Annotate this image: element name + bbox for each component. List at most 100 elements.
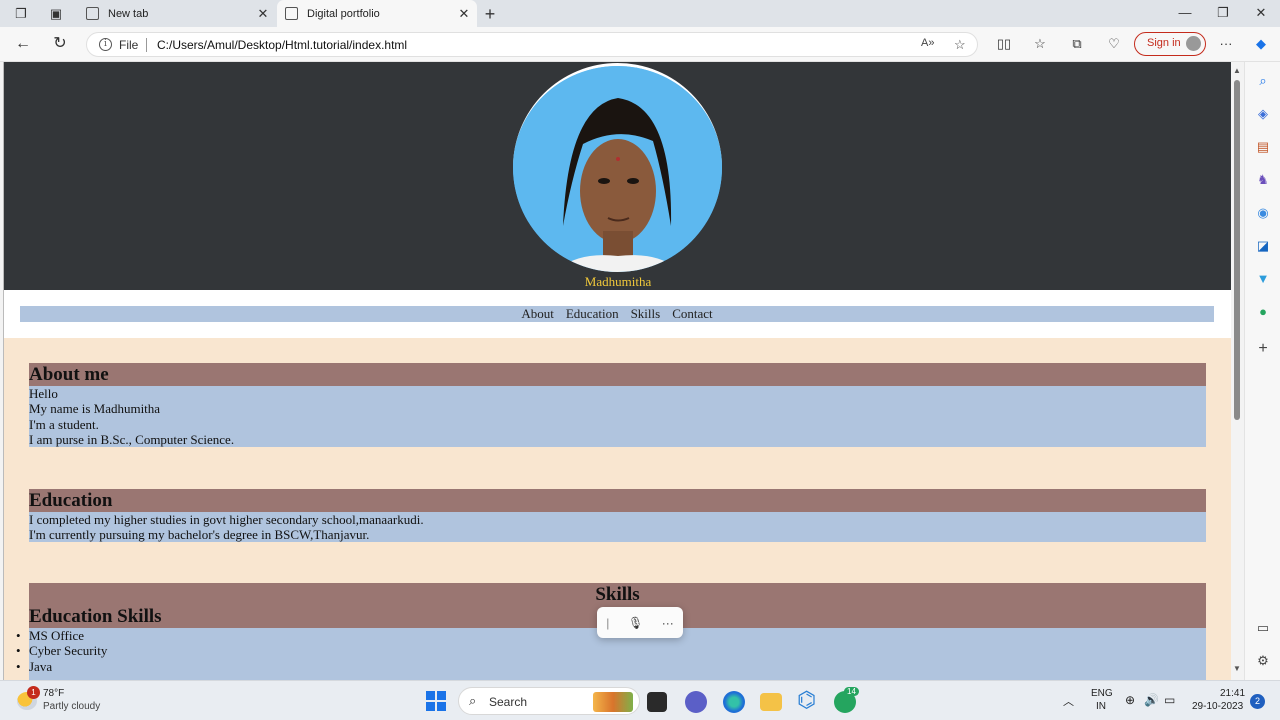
collections-icon[interactable]: ⧉ xyxy=(1068,35,1086,53)
microphone-icon[interactable]: 🎙 xyxy=(628,616,643,630)
tab-new-tab[interactable]: New tab ✕ xyxy=(78,0,276,27)
skills-heading: Skills xyxy=(595,584,640,605)
search-highlight-image xyxy=(593,692,633,712)
scroll-up-icon[interactable]: ▲ xyxy=(1233,66,1241,75)
tab-strip: ❐ ▣ New tab ✕ Digital portfolio ✕ + — ❐ … xyxy=(0,0,1280,27)
divider xyxy=(146,38,147,52)
about-line: I'm a student. xyxy=(29,416,99,432)
read-aloud-icon[interactable]: A» xyxy=(921,37,934,49)
workspaces-icon[interactable]: ❐ xyxy=(10,4,32,24)
favorites-icon[interactable]: ☆ xyxy=(1031,35,1049,53)
about-line: My name is Madhumitha xyxy=(29,401,161,417)
education-body: I completed my higher studies in govt hi… xyxy=(29,512,1206,542)
taskbar: 1 78°F Partly cloudy ⌕ Search ⌬ 14 ︿ ENG… xyxy=(0,680,1280,720)
about-line: I am purse in B.Sc., Computer Science. xyxy=(29,431,235,447)
voice-typing-widget: | 🎙 ··· xyxy=(597,607,683,638)
nav-link-about[interactable]: About xyxy=(521,306,554,322)
notification-badge[interactable]: 2 xyxy=(1250,694,1265,709)
microsoft365-icon[interactable]: ◉ xyxy=(1254,204,1272,222)
education-line: I'm currently pursuing my bachelor's deg… xyxy=(29,527,370,543)
clock-time[interactable]: 21:41 xyxy=(1220,688,1245,699)
more-options-icon[interactable]: ··· xyxy=(662,616,674,630)
whatsapp-badge: 14 xyxy=(844,687,859,696)
education-line: I completed my higher studies in govt hi… xyxy=(29,512,424,527)
favorite-star-icon[interactable]: ☆ xyxy=(954,37,966,53)
new-tab-icon[interactable]: + xyxy=(479,4,501,24)
task-view-icon[interactable] xyxy=(647,692,667,712)
url-text[interactable]: C:/Users/Amul/Desktop/Html.tutorial/inde… xyxy=(157,38,407,52)
clock-date[interactable]: 29-10-2023 xyxy=(1192,701,1243,712)
weather-badge: 1 xyxy=(27,686,40,699)
tools-icon[interactable]: ▤ xyxy=(1254,138,1272,156)
minimize-icon[interactable]: — xyxy=(1170,3,1200,23)
about-heading: About me xyxy=(29,363,1206,386)
nav-link-education[interactable]: Education xyxy=(566,306,619,322)
back-icon[interactable]: ← xyxy=(12,34,34,54)
copilot-icon[interactable]: ◆ xyxy=(1252,35,1270,53)
network-icon[interactable]: ⊕ xyxy=(1125,693,1135,707)
shopping-icon[interactable]: ◈ xyxy=(1254,105,1272,123)
outlook-icon[interactable]: ◪ xyxy=(1254,237,1272,255)
windows-start-icon[interactable] xyxy=(424,689,448,713)
drag-handle-icon[interactable]: | xyxy=(606,616,609,630)
weather-temperature: 78°F xyxy=(43,688,65,699)
info-icon[interactable]: i xyxy=(99,38,112,51)
search-label: Search xyxy=(489,695,528,709)
avatar-icon xyxy=(1186,36,1201,51)
nav-link-contact[interactable]: Contact xyxy=(672,306,712,322)
games-icon[interactable]: ♞ xyxy=(1254,171,1272,189)
scrollbar-thumb[interactable] xyxy=(1234,80,1240,420)
taskbar-search[interactable]: ⌕ Search xyxy=(458,687,640,715)
battery-icon[interactable]: ▭ xyxy=(1164,693,1175,707)
language-top[interactable]: ENG xyxy=(1091,688,1113,699)
nav-bar: About Education Skills Contact xyxy=(20,306,1214,322)
volume-icon[interactable]: 🔊 xyxy=(1144,693,1159,707)
edge-browser-icon[interactable] xyxy=(723,691,745,713)
add-icon[interactable]: + xyxy=(1254,340,1272,358)
whatsapp-icon[interactable]: ● xyxy=(1254,303,1272,321)
close-window-icon[interactable]: ✕ xyxy=(1246,3,1276,23)
sign-in-label: Sign in xyxy=(1147,37,1181,49)
address-bar[interactable]: i File C:/Users/Amul/Desktop/Html.tutori… xyxy=(86,32,978,57)
refresh-icon[interactable]: ↻ xyxy=(49,34,71,54)
search-icon[interactable]: ⌕ xyxy=(1254,72,1272,90)
weather-widget[interactable]: 1 78°F Partly cloudy xyxy=(15,686,125,716)
tab-actions-icon[interactable]: ▣ xyxy=(45,4,67,24)
show-hidden-icons-icon[interactable]: ︿ xyxy=(1063,693,1074,709)
page-icon xyxy=(86,7,99,20)
about-body: Hello My name is Madhumitha I'm a studen… xyxy=(29,386,1206,447)
sign-in-button[interactable]: Sign in xyxy=(1134,32,1206,56)
scheme-label: File xyxy=(119,38,139,52)
about-line: Hello xyxy=(29,386,58,401)
browser-essentials-icon[interactable]: ♡ xyxy=(1105,35,1123,53)
page-icon xyxy=(285,7,298,20)
maximize-icon[interactable]: ❐ xyxy=(1208,3,1238,23)
close-tab-icon[interactable]: ✕ xyxy=(256,6,270,22)
more-options-icon[interactable]: ··· xyxy=(1217,35,1235,53)
search-icon: ⌕ xyxy=(469,693,477,708)
scroll-down-icon[interactable]: ▼ xyxy=(1233,664,1241,673)
weather-condition: Partly cloudy xyxy=(43,701,101,712)
profile-photo-image xyxy=(513,66,722,272)
tab-label: Digital portfolio xyxy=(307,7,380,20)
tab-digital-portfolio[interactable]: Digital portfolio ✕ xyxy=(277,0,477,27)
profile-name: Madhumitha xyxy=(584,274,652,289)
drop-icon[interactable]: ▼ xyxy=(1254,270,1272,288)
teams-chat-icon[interactable] xyxy=(685,691,707,713)
education-heading: Education xyxy=(29,489,1206,512)
settings-gear-icon[interactable]: ⚙ xyxy=(1254,652,1272,670)
close-tab-icon[interactable]: ✕ xyxy=(457,6,471,22)
page-scrollbar[interactable]: ▲ ▼ xyxy=(1231,62,1244,680)
nav-link-skills[interactable]: Skills xyxy=(631,306,661,322)
edge-sidebar: ⌕ ◈ ▤ ♞ ◉ ◪ ▼ ● + ▭ ⚙ xyxy=(1244,62,1280,680)
file-explorer-icon[interactable] xyxy=(760,693,782,711)
education-skills-subheading: Education Skills xyxy=(29,606,162,627)
vscode-icon[interactable]: ⌬ xyxy=(797,688,821,712)
hide-sidebar-icon[interactable]: ▭ xyxy=(1254,619,1272,637)
browser-toolbar: ← ↻ i File C:/Users/Amul/Desktop/Html.tu… xyxy=(0,27,1280,62)
list-item: Cyber Security xyxy=(16,643,1206,659)
profile-photo xyxy=(513,63,722,272)
split-screen-icon[interactable]: ▯▯ xyxy=(995,35,1013,53)
language-bottom[interactable]: IN xyxy=(1096,701,1106,712)
page-viewport: Madhumitha About Education Skills Contac… xyxy=(3,62,1231,680)
